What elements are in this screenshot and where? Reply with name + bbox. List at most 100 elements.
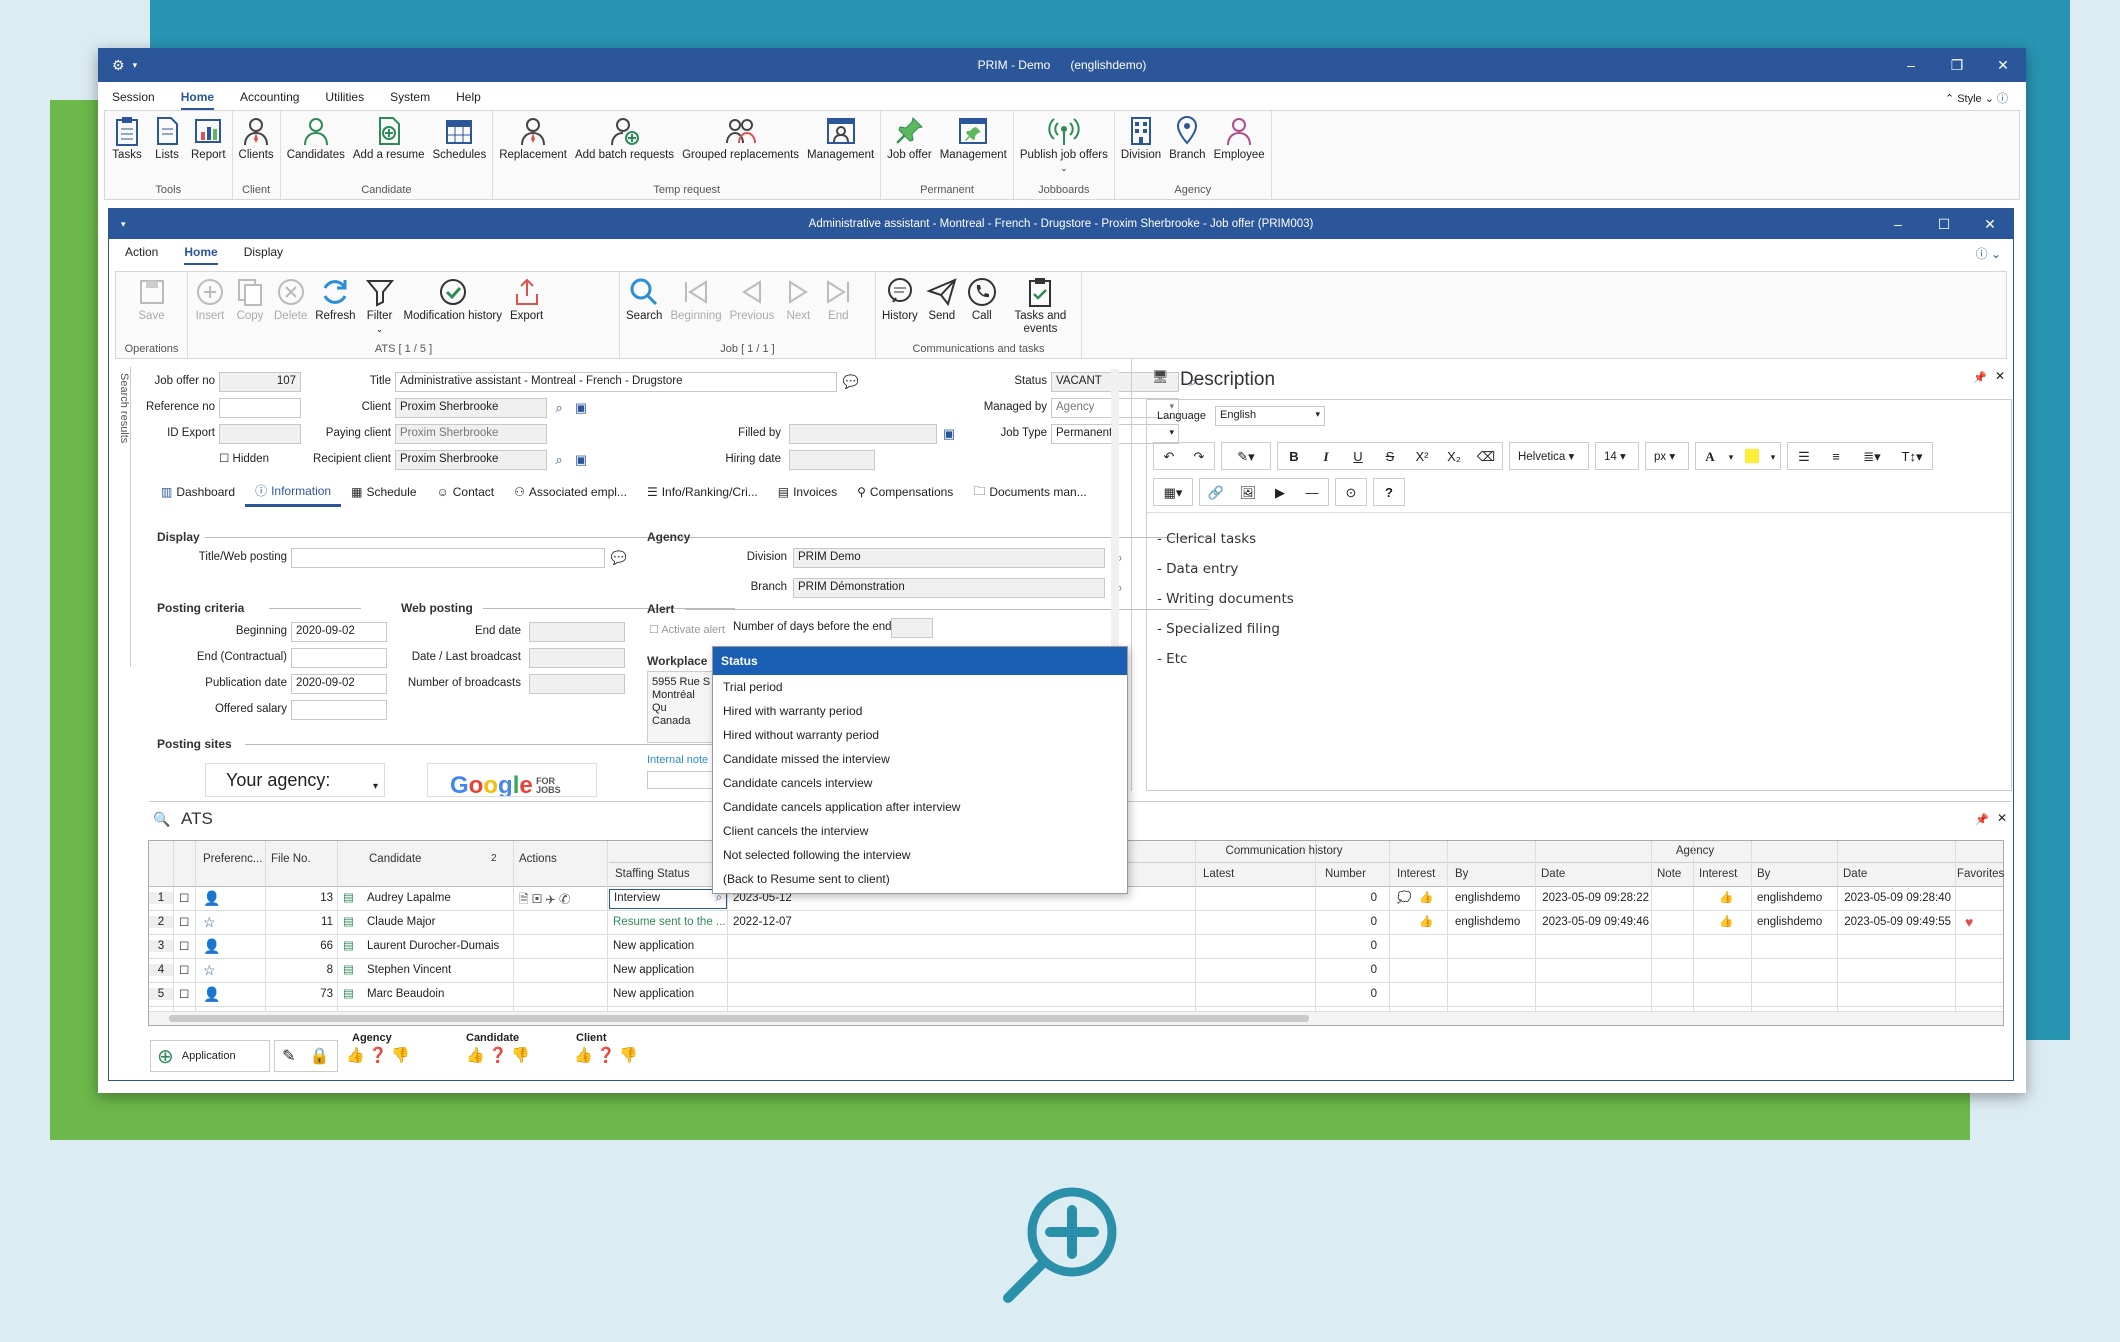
status-option[interactable]: (Back to Resume sent to client): [713, 867, 1127, 891]
recipient-open-icon[interactable]: ▣: [571, 450, 591, 470]
table-row[interactable]: 4 ☐ ☆ 8 ▤ Stephen Vincent New applicatio…: [149, 959, 2003, 983]
col-favorites[interactable]: Favorites: [1953, 868, 2005, 880]
row-checkbox[interactable]: ☐: [175, 891, 193, 905]
unit-select[interactable]: px ▾: [1645, 442, 1689, 470]
col-date[interactable]: Date: [1537, 868, 1617, 880]
style-menu[interactable]: ⌃ Style ⌄ ⓘ: [1945, 90, 2008, 106]
close-button[interactable]: ✕: [1980, 48, 2026, 82]
underline-icon[interactable]: U: [1342, 443, 1374, 469]
align-icon[interactable]: ≣▾: [1852, 443, 1892, 469]
tab-compensations[interactable]: ⚲ Compensations: [847, 477, 963, 507]
col-staffing-status[interactable]: Staffing Status: [611, 868, 721, 880]
ats-pin-icon[interactable]: 📌: [1975, 813, 1989, 826]
bullet-list-icon[interactable]: ☰: [1788, 443, 1820, 469]
menu-action[interactable]: Action: [125, 245, 158, 265]
col-preference[interactable]: Preferenc...: [199, 853, 265, 865]
thumbs-down-icon[interactable]: 👎: [511, 1046, 530, 1072]
row-staffing-status[interactable]: Resume sent to the ...: [609, 916, 727, 928]
client-search-icon[interactable]: ⌕: [549, 398, 569, 418]
status-option[interactable]: Trial period: [713, 675, 1127, 699]
strikethrough-icon[interactable]: S: [1374, 443, 1406, 469]
resume-icon[interactable]: ▤: [339, 914, 361, 928]
row-staffing-status-field[interactable]: Interview ⌕: [609, 889, 727, 909]
tab-contact[interactable]: ☺ Contact: [427, 477, 505, 507]
description-content[interactable]: - Clerical tasks - Data entry - Writing …: [1157, 524, 1294, 674]
title-field[interactable]: Administrative assistant - Montreal - Fr…: [395, 372, 837, 392]
end-contractual-field[interactable]: [291, 648, 387, 668]
table-row[interactable]: 5 ☐ 👤 73 ▤ Marc Beaudoin New application…: [149, 983, 2003, 1007]
status-option[interactable]: Candidate cancels application after inte…: [713, 795, 1127, 819]
resume-icon[interactable]: ▤: [339, 938, 361, 952]
row-checkbox[interactable]: ☐: [175, 915, 193, 929]
menu-home[interactable]: Home: [180, 90, 215, 110]
thumbs-up-icon[interactable]: 👍: [1415, 890, 1441, 904]
col-actions[interactable]: Actions: [515, 853, 595, 865]
col-by[interactable]: By: [1451, 868, 1531, 880]
link-icon[interactable]: 🔗: [1200, 479, 1232, 505]
internal-note-label[interactable]: Internal note: [647, 754, 708, 766]
size-select[interactable]: 14 ▾: [1595, 442, 1639, 470]
menu-help[interactable]: Help: [456, 90, 481, 110]
redo-icon[interactable]: ↷: [1184, 443, 1214, 469]
status-option[interactable]: Hired without warranty period: [713, 723, 1127, 747]
scrollbar-thumb[interactable]: [169, 1015, 1309, 1022]
comment-icon[interactable]: 💬: [841, 372, 861, 392]
subscript-icon[interactable]: X₂: [1438, 443, 1470, 469]
publication-date-field[interactable]: 2020-09-02: [291, 674, 387, 694]
resume-icon[interactable]: ▤: [339, 986, 361, 1000]
tab-invoices[interactable]: ▤ Invoices: [768, 477, 847, 507]
video-icon[interactable]: ▶: [1264, 479, 1296, 505]
child-minimize-button[interactable]: –: [1875, 209, 1921, 239]
question-icon[interactable]: ❓: [369, 1046, 388, 1072]
font-color-dropdown-icon[interactable]: ▾: [1724, 443, 1738, 469]
reference-no-field[interactable]: [219, 398, 301, 418]
status-option[interactable]: Client cancels the interview: [713, 819, 1127, 843]
clear-format-icon[interactable]: ⌫: [1470, 443, 1502, 469]
hidden-checkbox[interactable]: ☐ Hidden: [219, 451, 269, 465]
menu-home[interactable]: Home: [184, 245, 218, 265]
menu-accounting[interactable]: Accounting: [240, 90, 299, 110]
table-row[interactable]: 2 ☐ ☆ 11 ▤ Claude Major Resume sent to t…: [149, 911, 2003, 935]
source-code-icon[interactable]: ⊙: [1335, 478, 1367, 506]
your-agency-card[interactable]: Your agency: ▾: [205, 763, 385, 797]
col-file-no[interactable]: File No.: [267, 853, 337, 865]
row-staffing-status[interactable]: New application: [609, 964, 727, 976]
row-candidate[interactable]: Claude Major: [363, 916, 513, 928]
status-option[interactable]: Candidate cancels interview: [713, 771, 1127, 795]
grid-horizontal-scrollbar[interactable]: [149, 1011, 2003, 1025]
superscript-icon[interactable]: X²: [1406, 443, 1438, 469]
undo-icon[interactable]: ↶: [1154, 443, 1184, 469]
table-row[interactable]: 3 ☐ 👤 66 ▤ Laurent Durocher-Dumais New a…: [149, 935, 2003, 959]
row-candidate[interactable]: Audrey Lapalme: [363, 892, 513, 904]
col-interest[interactable]: Interest: [1393, 868, 1449, 880]
menu-session[interactable]: Session: [112, 90, 155, 110]
application-button[interactable]: ⊕ Application: [150, 1040, 270, 1072]
numbered-list-icon[interactable]: ≡: [1820, 443, 1852, 469]
beginning-field[interactable]: 2020-09-02: [291, 622, 387, 642]
row-candidate[interactable]: Stephen Vincent: [363, 964, 513, 976]
row-checkbox[interactable]: ☐: [175, 939, 193, 953]
col-by-2[interactable]: By: [1753, 868, 1833, 880]
tab-associated-employees[interactable]: ⚇ Associated empl...: [504, 477, 637, 507]
heart-icon[interactable]: ♥: [1961, 914, 1985, 930]
child-maximize-button[interactable]: ☐: [1921, 209, 1967, 239]
chat-icon[interactable]: 💭: [1393, 890, 1413, 904]
thumbs-up-icon[interactable]: 👍: [1415, 914, 1441, 928]
tab-documents[interactable]: 🗀 Documents man...: [963, 477, 1096, 507]
client-open-icon[interactable]: ▣: [571, 398, 591, 418]
internal-note-field[interactable]: [647, 771, 717, 789]
edit-icon[interactable]: ✎: [282, 1046, 295, 1066]
col-number[interactable]: Number: [1321, 868, 1381, 880]
status-option[interactable]: Hired with warranty period: [713, 699, 1127, 723]
row-staffing-status[interactable]: New application: [609, 988, 727, 1000]
minimize-button[interactable]: –: [1888, 48, 1934, 82]
col-interest-2[interactable]: Interest: [1695, 868, 1751, 880]
web-comment-icon[interactable]: 💬: [609, 548, 629, 568]
thumbs-up-icon[interactable]: 👍: [574, 1046, 593, 1072]
child-close-button[interactable]: ✕: [1967, 209, 2013, 239]
thumbs-up-icon[interactable]: 👍: [1715, 914, 1741, 928]
text-size-icon[interactable]: T↕▾: [1892, 443, 1932, 469]
menu-display[interactable]: Display: [244, 245, 283, 265]
row-actions-icons[interactable]: 🗎 ▣ ✈ ✆: [515, 890, 609, 911]
font-select[interactable]: Helvetica ▾: [1509, 442, 1589, 470]
